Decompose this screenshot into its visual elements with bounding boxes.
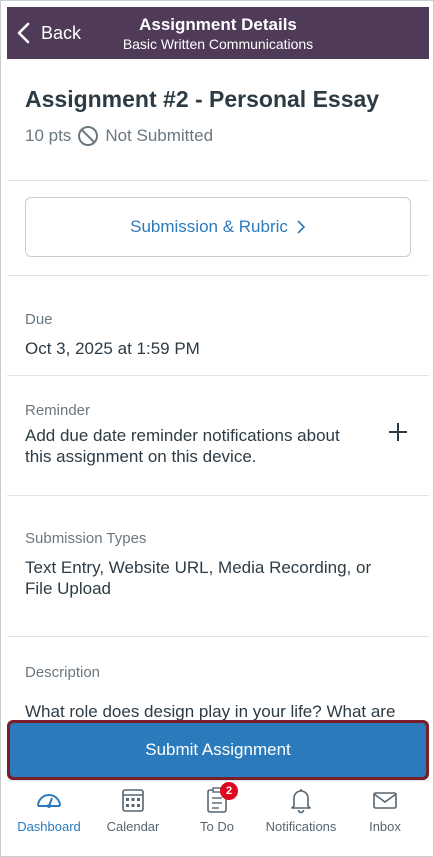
todo-count-badge: 2 [220, 782, 238, 800]
todo-icon-wrap: 2 [202, 782, 238, 815]
page-title: Assignment Details [139, 15, 297, 34]
not-submitted-icon [78, 126, 99, 146]
add-reminder-icon[interactable] [387, 421, 409, 443]
tab-notifications[interactable]: Notifications [259, 781, 343, 853]
app-frame: Back Assignment Details Basic Written Co… [0, 0, 434, 857]
submit-assignment-label: Submit Assignment [145, 740, 291, 759]
submission-types-line1: Text Entry, Website URL, Media Recording… [25, 558, 372, 577]
reminder-text-line2: this assignment on this device. [25, 447, 257, 466]
tab-inbox[interactable]: Inbox [343, 781, 427, 853]
dashboard-icon [37, 794, 61, 808]
points-label: 10 pts [25, 126, 72, 145]
assignment-title: Assignment #2 - Personal Essay [25, 86, 380, 112]
tab-label: Calendar [106, 819, 160, 834]
divider [7, 375, 429, 376]
description-text: What role does design play in your life?… [25, 702, 396, 721]
assignment-meta: 10 pts Not Submitted [25, 125, 213, 147]
bell-icon [291, 789, 311, 814]
chevron-left-icon [17, 22, 30, 44]
submit-button-focus-outline: Submit Assignment [7, 720, 429, 780]
tab-label: Notifications [265, 819, 337, 834]
submission-rubric-label: Submission & Rubric [130, 217, 288, 236]
submission-types-line2: File Upload [25, 579, 111, 598]
due-label: Due [25, 311, 53, 328]
submission-rubric-button[interactable]: Submission & Rubric [25, 197, 411, 257]
assignment-details[interactable]: Assignment #2 - Personal Essay 10 pts No… [7, 59, 429, 722]
nav-header: Back Assignment Details Basic Written Co… [7, 7, 429, 59]
inbox-icon [373, 792, 397, 809]
header-titles: Assignment Details Basic Written Communi… [67, 15, 369, 53]
course-subtitle: Basic Written Communications [122, 36, 314, 52]
due-date: Oct 3, 2025 at 1:59 PM [25, 339, 200, 358]
tab-bar: Dashboard Calendar 2 To Do Notifications… [7, 780, 429, 852]
calendar-icon [122, 789, 144, 812]
reminder-text-line1: Add due date reminder notifications abou… [25, 426, 340, 445]
description-label: Description [25, 664, 101, 681]
submission-status: Not Submitted [105, 126, 214, 145]
reminder-label: Reminder [25, 402, 91, 419]
divider [7, 180, 429, 181]
submit-assignment-button[interactable]: Submit Assignment [10, 723, 426, 777]
tab-label: Dashboard [17, 819, 81, 834]
divider [7, 495, 429, 496]
divider [7, 275, 429, 276]
submission-types-label: Submission Types [25, 530, 147, 547]
tab-todo[interactable]: 2 To Do [175, 781, 259, 853]
tab-label: To Do [200, 819, 234, 834]
tab-label: Inbox [369, 819, 401, 834]
chevron-right-icon [297, 220, 306, 234]
tab-calendar[interactable]: Calendar [91, 781, 175, 853]
tab-dashboard[interactable]: Dashboard [7, 781, 91, 853]
divider [7, 636, 429, 637]
